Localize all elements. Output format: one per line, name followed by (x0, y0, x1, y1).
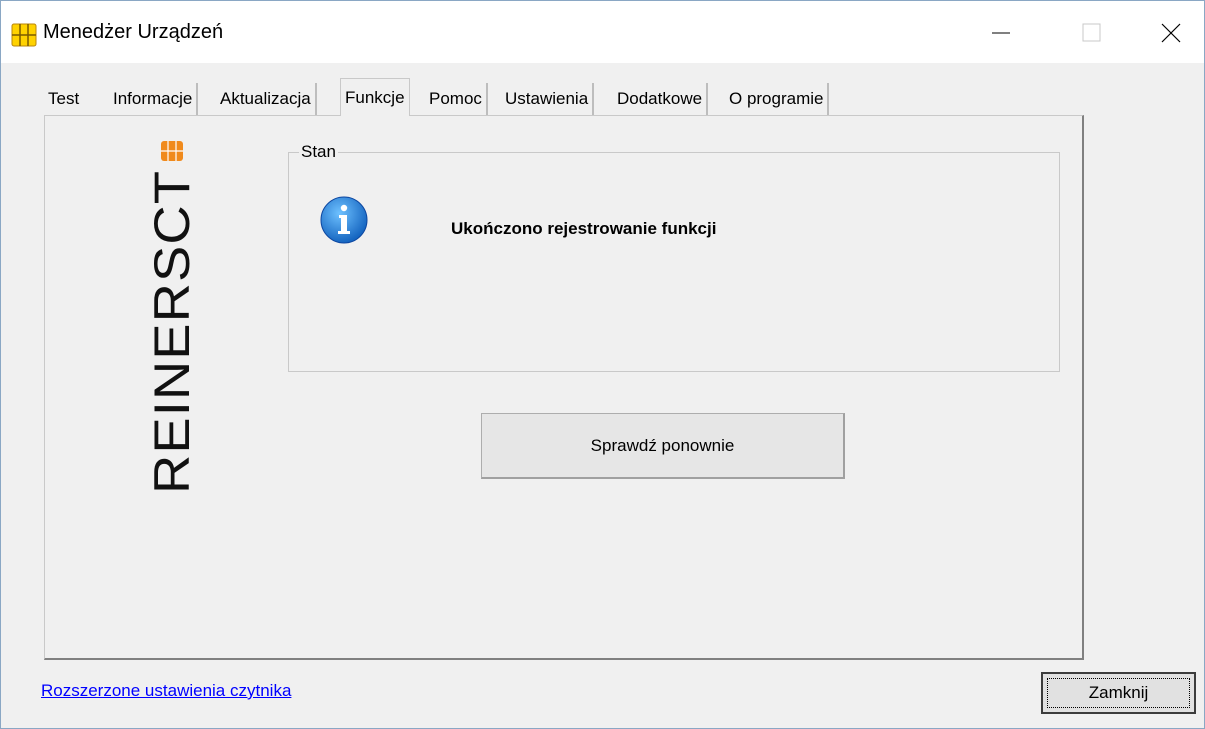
maximize-icon (1082, 23, 1101, 42)
title-bar[interactable]: Menedżer Urządzeń (1, 1, 1204, 63)
tab-ustawienia[interactable]: Ustawienia (501, 83, 595, 115)
close-button[interactable]: Zamknij (1041, 672, 1196, 714)
tab-panel-funkcje: REINERSCT Stan Ukończono rejestrowanie f… (44, 115, 1084, 660)
tab-informacje[interactable]: Informacje (109, 83, 199, 115)
tab-o-programie[interactable]: O programie (725, 83, 830, 115)
maximize-button[interactable] (1068, 15, 1114, 51)
info-icon (320, 196, 368, 244)
app-chip-icon (11, 23, 37, 47)
tab-pomoc[interactable]: Pomoc (425, 83, 488, 115)
logo-chip-icon (161, 141, 183, 161)
tab-aktualizacja[interactable]: Aktualizacja (216, 83, 317, 115)
status-groupbox-title: Stan (299, 142, 338, 162)
close-icon (1161, 23, 1181, 43)
minimize-button[interactable] (978, 15, 1024, 51)
status-groupbox: Stan Ukończono rejestrowanie funkcji (288, 142, 1060, 372)
tab-dodatkowe[interactable]: Dodatkowe (613, 83, 709, 115)
close-window-button[interactable] (1148, 15, 1194, 51)
close-button-label: Zamknij (1088, 683, 1149, 702)
app-window: Menedżer Urządzeń Test Informacje Aktual… (0, 0, 1205, 729)
reinersct-logo: REINERSCT (144, 141, 195, 494)
tab-funkcje[interactable]: Funkcje (340, 78, 410, 116)
recheck-button[interactable]: Sprawdź ponownie (481, 413, 845, 479)
advanced-reader-settings-link[interactable]: Rozszerzone ustawienia czytnika (41, 681, 291, 701)
svg-text:REINERSCT: REINERSCT (144, 170, 195, 494)
window-title: Menedżer Urządzeń (43, 21, 224, 43)
status-message: Ukończono rejestrowanie funkcji (451, 219, 717, 238)
tab-test[interactable]: Test (44, 83, 83, 115)
minimize-icon (992, 32, 1010, 34)
